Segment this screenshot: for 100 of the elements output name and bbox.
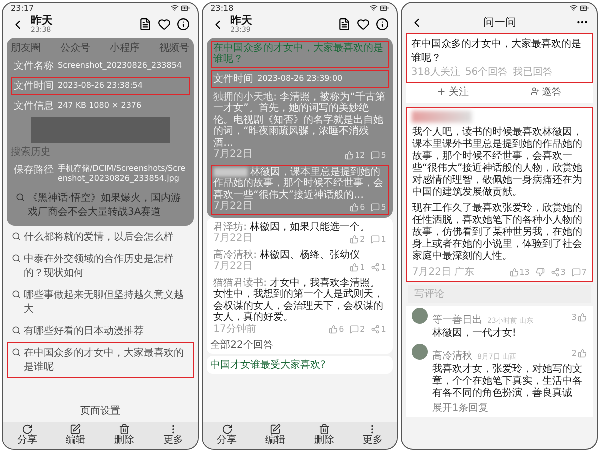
wifi-icon — [570, 4, 578, 12]
delete-button[interactable]: 删除 — [314, 424, 334, 446]
save-path-row-text: 保存路径 手机存储/DCIM/Screenshots/Screenshot_20230826_233854.jpg — [13, 162, 187, 185]
answer-text: 高冷清秋: 林徽因、杨绛、张幼仪 — [214, 250, 362, 261]
answer-text: 独拥的小天地: 李清照，被称为“千古第一才女”。首先，她的词写的美妙绝伦。电视剧《知否》的名字就是出自她的词，“昨夜雨疏风骤，浓睡不消残酒… — [214, 92, 386, 149]
commenter-name: 高冷清秋 — [432, 351, 472, 362]
edit-button[interactable]: 编辑 — [66, 424, 86, 446]
battery-icon — [180, 4, 190, 13]
file-info-row: 文件时间 2023-08-26 23:38:54 — [11, 76, 190, 95]
all-answers-link[interactable]: 全部22个回答 — [210, 338, 390, 352]
invite-button[interactable]: 邀答 — [530, 84, 562, 98]
comment-text: 我喜欢才女，张爱玲，对她写的文章，个个在她笔下真实，生活中各有各不同的角色扮演，善良真诚 — [432, 364, 584, 400]
comment-field[interactable]: 写评论 — [408, 285, 592, 303]
file-info-row: 文件时间 2023-08-26 23:39:00 — [210, 70, 390, 88]
search-history-item[interactable]: 哪些事做起来无聊但坚持越久意义越大 — [7, 284, 194, 320]
search-history-item[interactable]: 《黑神话·悟空》如果爆火，国内游戏厂商会不会大量转战3A赛道 — [11, 186, 190, 223]
tab[interactable]: 小程序 — [110, 40, 140, 55]
edit-icon — [270, 424, 282, 435]
share-icon — [222, 424, 232, 435]
header-title: 昨天 — [31, 15, 54, 27]
search-icon — [12, 254, 21, 263]
answer-date: 17分钟前 — [214, 324, 256, 336]
question-title[interactable]: 中国才女谁最受大家喜欢? — [210, 358, 390, 372]
page-settings-link[interactable]: 页面设置 — [80, 404, 120, 418]
share-button[interactable]: 分享 — [217, 424, 237, 446]
avatar — [412, 308, 428, 324]
answer-date: 7月22日 — [214, 149, 253, 161]
delete-icon — [119, 424, 130, 435]
search-history-item[interactable]: 什么都将就的爱情，以后会怎么样 — [7, 226, 194, 248]
answer-item[interactable]: 独拥的小天地: 李清照，被称为“千古第一才女”。首先，她的词写的美妙绝伦。电视剧《知否》的名字就是出自她的词，“昨夜雨疏风骤，浓睡不消残酒… 7月22日 12 5 — [210, 90, 390, 163]
delete-icon — [318, 424, 330, 435]
like-count[interactable]: 13 — [510, 268, 530, 277]
edit-icon — [70, 424, 82, 435]
search-icon — [12, 348, 21, 357]
tab[interactable]: 朋友圈 — [11, 40, 41, 55]
search-icon — [12, 232, 21, 241]
answer-date: 7月22日 — [214, 261, 253, 273]
search-history-item[interactable]: 有哪些好看的日本动漫推荐 — [7, 320, 194, 342]
person-plus-icon — [530, 87, 540, 96]
answer-item[interactable]: 君泽坊: 林徽因，如果只能选一个。 7月22日 2 1 — [210, 220, 390, 247]
answer-date: 7月22日 — [214, 201, 253, 213]
blurred-avatar — [412, 110, 472, 122]
header-title: 问一问 — [482, 15, 518, 30]
share-count[interactable]: 1 — [371, 325, 386, 334]
share-count[interactable]: 1 — [371, 262, 386, 272]
like-count[interactable]: 12 — [345, 150, 366, 160]
question-title: 在中国众多的才女中，大家最喜欢的是谁呢？ — [411, 38, 582, 65]
question-meta: 318人关注 — [411, 67, 460, 78]
status-time: 23:17 — [11, 4, 34, 13]
search-icon — [12, 326, 21, 335]
delete-button[interactable]: 删除 — [114, 424, 135, 446]
comment-text: 林徽因，一代才女! — [432, 328, 518, 340]
share-count[interactable]: 3 — [550, 268, 566, 277]
search-icon — [16, 192, 25, 202]
question-meta: 56个回答 — [465, 67, 508, 78]
share-icon — [22, 424, 33, 435]
info-icon[interactable] — [176, 18, 190, 32]
answer-item[interactable]: 猫猫君读书: 才女中，我喜欢李清照。女性中，我想到的第一个人是武则天，会权谋的女人，会治理天下，会权谋的女人，真的好爱。 17分钟前 6 2 1 — [210, 276, 390, 338]
document-icon[interactable] — [338, 18, 352, 32]
battery-icon — [580, 4, 590, 13]
tab[interactable]: 视频号 — [160, 40, 190, 55]
blurred-name — [214, 168, 248, 177]
follow-button[interactable]: + 关注 — [437, 84, 469, 98]
commenter-name: 等一善日出 — [432, 315, 482, 326]
info-icon[interactable] — [376, 18, 390, 32]
search-history-item[interactable]: 中泰在外交领域的合作历史是怎样的？现状如何 — [7, 248, 194, 284]
comment-count[interactable]: 2 — [350, 325, 366, 334]
file-info-row-text: 文件信息 247 KB 1080 × 2376 — [13, 100, 143, 114]
document-icon[interactable] — [138, 18, 152, 32]
comment-count[interactable]: 1 — [371, 234, 386, 244]
battery-icon — [380, 4, 390, 13]
heart-icon[interactable] — [357, 18, 370, 32]
answer-paragraph: 现在工作久了最喜欢张爱玲，欣赏她的任性洒脱，喜欢她笔下的各种小人物的故事，仿佛看到了某种世另我，在她的身上或者在她的小说里，体验到了社会家庭中最深刻的人性。 — [412, 202, 584, 262]
tab[interactable]: 公众号 — [60, 40, 91, 55]
wifi-icon — [170, 4, 179, 12]
more-button[interactable]: 更多 — [362, 424, 383, 446]
status-time: 23:18 — [210, 4, 234, 13]
question-title[interactable]: 在中国众多的才女中，大家最喜欢的是谁呢？ — [210, 40, 390, 68]
answer-text: 君泽坊: 林徽因，如果只能选一个。 — [214, 222, 372, 233]
answer-text: 猫猫君读书: 才女中，我喜欢李清照。女性中，我想到的第一个人是武则天，会权谋的女人，会治理天下，会权谋的女人，真的好爱。 — [214, 278, 385, 324]
comment-count[interactable]: 5 — [371, 150, 386, 160]
comment-count[interactable]: 7 — [572, 268, 588, 277]
answer-date: 7月22日 广东 — [412, 266, 475, 278]
search-history-item[interactable]: 在中国众多的才女中，大家最喜欢的是谁呢 — [7, 342, 194, 378]
answer-date: 7月22日 — [214, 233, 253, 245]
answer-item[interactable]: 高冷清秋: 林徽因、杨绛、张幼仪 7月22日 1 1 — [210, 248, 390, 275]
answer-text: 林徽因，课本里总是提到她的作品她的故事，那个时候不经世事，会喜欢一些“很伟大”接近神话般的… — [214, 166, 385, 201]
question-meta: 我已回答 — [513, 67, 554, 78]
more-button[interactable]: 更多 — [163, 424, 184, 446]
share-button[interactable]: 分享 — [17, 424, 38, 446]
comment-count[interactable]: 5 — [371, 202, 386, 212]
header-title: 昨天 — [230, 15, 254, 27]
answer-paragraph: 我个人吧，读书的时候最喜欢林徽因，课本里课外书里总是提到她的作品她的故事，那个时候不经世事，会喜欢一些“很伟大”接近神话般的人物，欣赏她对感情的理智，敬佩她一身病痛还在为中国的建筑发展做贡献。 — [412, 126, 584, 198]
heart-icon[interactable] — [158, 18, 171, 32]
answer-item[interactable]: 林徽因，课本里总是提到她的作品她的故事，那个时候不经世事，会喜欢一些“很伟大”接近神话般的… 7月22日 6 5 — [210, 164, 390, 215]
expand-replies-link[interactable]: 展开1条回复 — [432, 401, 588, 415]
search-icon — [12, 290, 21, 299]
edit-button[interactable]: 编辑 — [266, 424, 286, 446]
avatar — [412, 344, 428, 360]
wifi-icon — [370, 4, 378, 12]
